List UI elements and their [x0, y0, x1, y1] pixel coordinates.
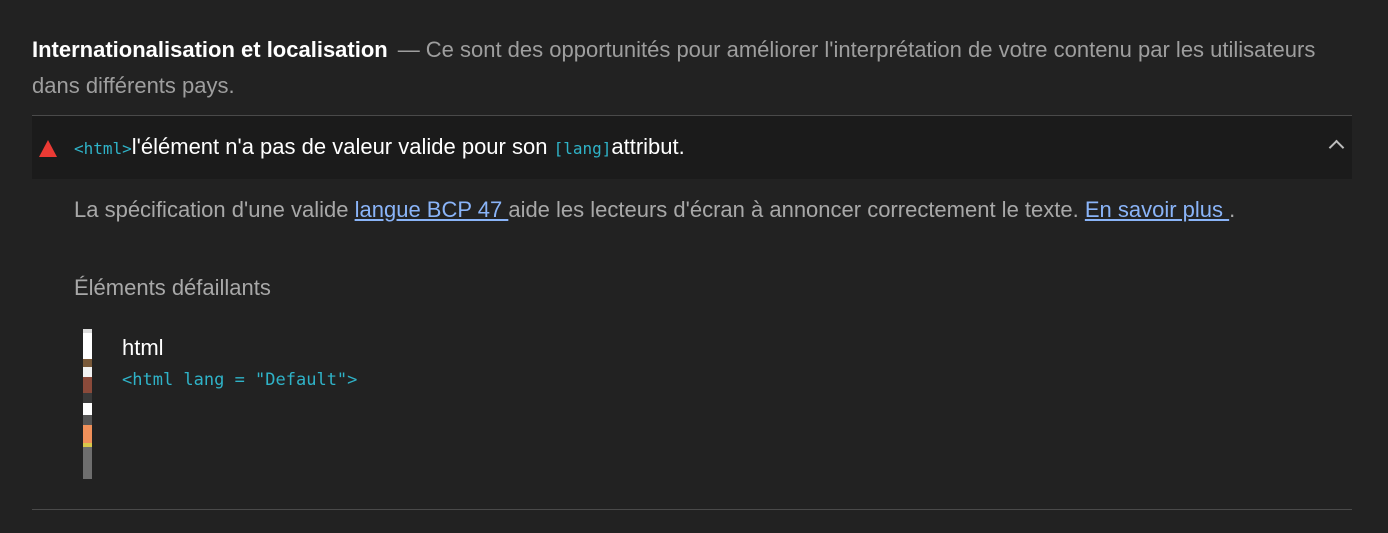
failing-elements-label: Éléments défaillants: [74, 275, 271, 300]
audit-description: La spécification d'une valide langue BCP…: [74, 194, 1235, 226]
divider: [32, 509, 1352, 510]
node-screenshot-thumbnail: [83, 329, 92, 479]
audit-title: <html>l'élément n'a pas de valeur valide…: [74, 132, 685, 164]
failing-node-snippet: <html lang = "Default">: [122, 370, 358, 390]
audit-html-lang-valid[interactable]: <html>l'élément n'a pas de valeur valide…: [32, 116, 1352, 179]
code-html-tag: <html>: [74, 139, 132, 158]
description-text: La spécification d'une valide: [74, 197, 355, 222]
bcp47-link[interactable]: langue BCP 47: [355, 197, 509, 222]
lighthouse-audit-panel: Internationalisation et localisation — Ce …: [0, 0, 1388, 533]
failing-node-name: html: [122, 335, 164, 360]
learn-more-link[interactable]: En savoir plus: [1085, 197, 1229, 222]
group-separator: —: [397, 37, 420, 62]
code-lang-attribute: [lang]: [553, 139, 612, 158]
audit-title-text: l'élément n'a pas de valeur valide pour …: [131, 134, 554, 159]
description-end: .: [1229, 197, 1236, 222]
fail-triangle-icon: [39, 140, 57, 157]
audit-group-header: Internationalisation et localisation — Ce …: [32, 32, 1332, 104]
group-title: Internationalisation et localisation: [32, 37, 388, 62]
description-text-middle: aide les lecteurs d'écran à annoncer cor…: [508, 197, 1085, 222]
audit-title-text-end: attribut.: [611, 134, 685, 159]
chevron-up-icon[interactable]: [1328, 139, 1345, 156]
